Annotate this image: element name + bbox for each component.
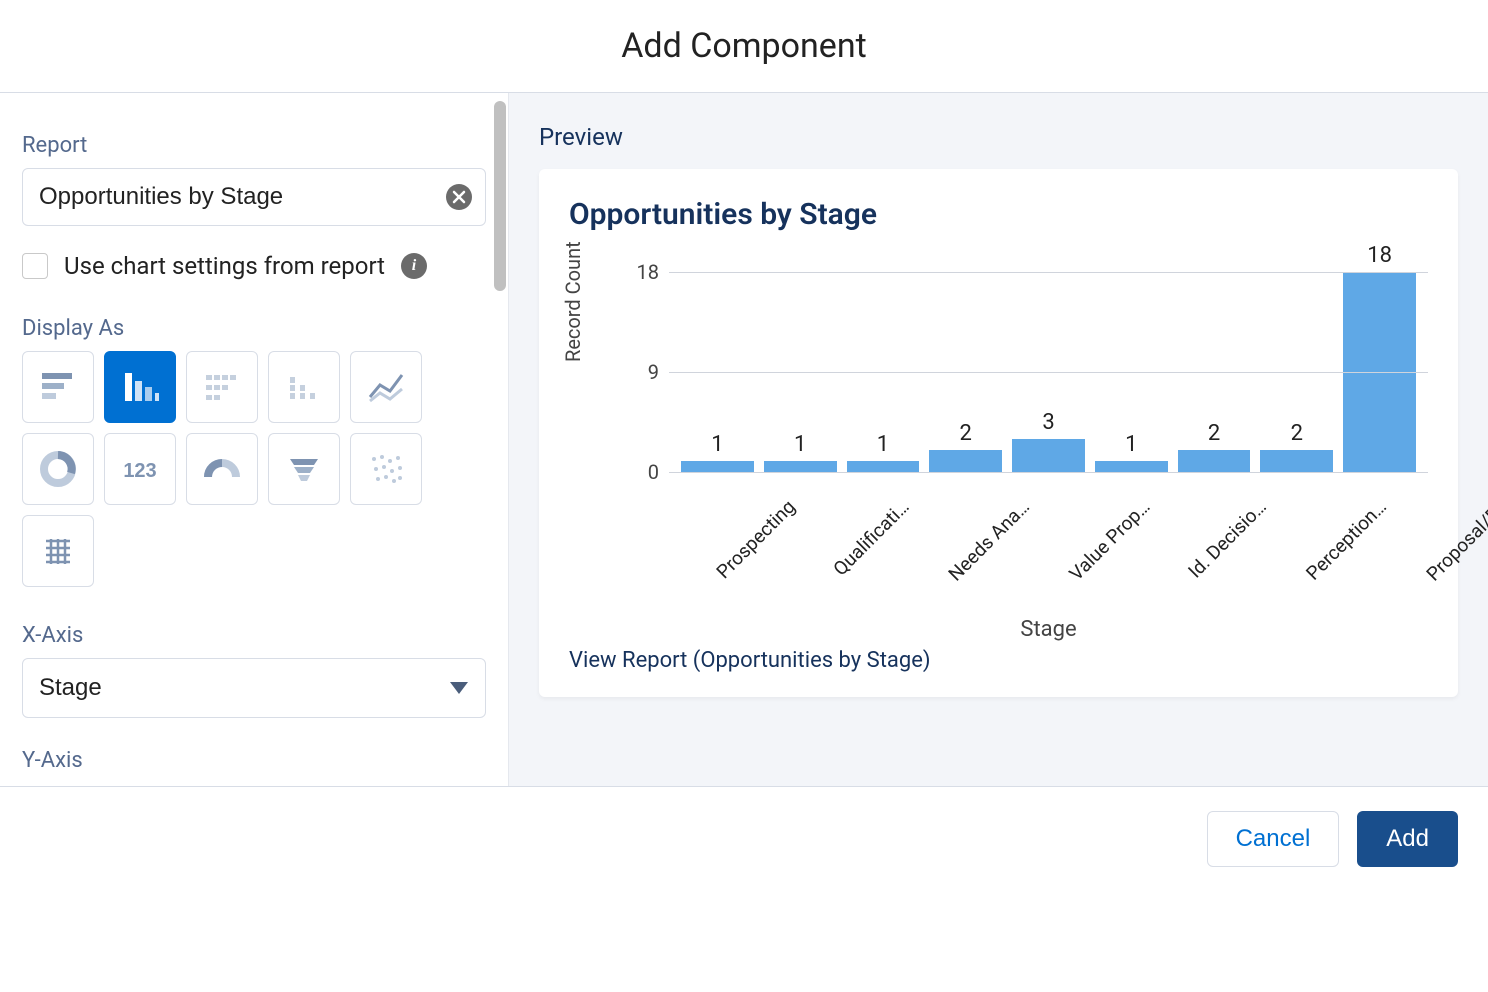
bar-value: 1 [1093, 432, 1170, 457]
y-axis-label: Y-Axis [22, 748, 486, 773]
display-metric[interactable]: 123 [104, 433, 176, 505]
display-table[interactable] [22, 515, 94, 587]
svg-text:123: 123 [123, 460, 156, 482]
bar-value: 3 [1010, 410, 1087, 435]
display-gauge[interactable] [186, 433, 258, 505]
gridline [669, 372, 1428, 373]
use-chart-settings-label: Use chart settings from report [64, 252, 385, 280]
x-axis-select[interactable]: Stage [22, 658, 486, 718]
scrollbar[interactable] [492, 101, 508, 786]
display-as-label: Display As [22, 316, 486, 341]
x-tick-label: Id. Decisio… [1184, 488, 1279, 583]
bar-value: 18 [1341, 243, 1418, 268]
bar-value: 2 [1258, 421, 1335, 446]
y-tick: 18 [637, 260, 659, 284]
gridline [669, 272, 1428, 273]
bar-value: 1 [845, 432, 922, 457]
info-icon[interactable]: i [401, 253, 427, 279]
preview-panel: Preview Opportunities by Stage Record Co… [508, 93, 1488, 786]
x-axis-label: X-Axis [22, 623, 486, 648]
cancel-button[interactable]: Cancel [1207, 811, 1340, 867]
display-funnel[interactable] [268, 433, 340, 505]
x-tick-label: Value Prop… [1064, 488, 1161, 585]
preview-label: Preview [539, 123, 1458, 151]
y-tick: 0 [648, 460, 659, 484]
y-axis-title: Record Count [561, 241, 585, 362]
modal-body: Report Use chart settings from report i … [0, 93, 1488, 787]
chart: Record Count 1112312218 0918 Prospecting… [569, 272, 1428, 612]
modal-footer: Cancel Add [0, 787, 1488, 891]
clear-report-button[interactable] [446, 184, 472, 210]
report-input[interactable] [22, 168, 486, 226]
display-stacked-vertical[interactable] [268, 351, 340, 423]
display-line[interactable] [350, 351, 422, 423]
bar-value: 2 [927, 421, 1004, 446]
x-tick-label: Qualificati… [828, 488, 920, 580]
bar-value: 2 [1176, 421, 1253, 446]
display-donut[interactable] [22, 433, 94, 505]
x-axis-title: Stage [669, 617, 1428, 642]
report-label: Report [22, 133, 486, 158]
display-stacked-horizontal[interactable] [186, 351, 258, 423]
add-button[interactable]: Add [1357, 811, 1458, 867]
x-tick-label: Prospecting [712, 488, 807, 583]
use-chart-settings-checkbox[interactable] [22, 253, 48, 279]
display-as-grid: 123 [22, 351, 486, 587]
modal-title: Add Component [0, 0, 1488, 93]
gridline [669, 472, 1428, 473]
bar-value: 1 [762, 432, 839, 457]
display-scatter[interactable] [350, 433, 422, 505]
display-vertical-bar[interactable] [104, 351, 176, 423]
x-tick-label: Perception… [1301, 488, 1398, 585]
chart-title: Opportunities by Stage [569, 197, 1428, 232]
y-tick: 9 [648, 360, 659, 384]
preview-card: Opportunities by Stage Record Count 1112… [539, 169, 1458, 697]
x-tick-label: Needs Ana… [944, 488, 1041, 585]
x-tick-label: Proposal/P… [1421, 488, 1488, 585]
bar-value: 1 [679, 432, 756, 457]
close-icon [452, 190, 466, 204]
scrollbar-thumb[interactable] [494, 101, 506, 291]
display-horizontal-bar[interactable] [22, 351, 94, 423]
config-panel: Report Use chart settings from report i … [0, 93, 508, 786]
view-report-link[interactable]: View Report (Opportunities by Stage) [569, 648, 1428, 673]
